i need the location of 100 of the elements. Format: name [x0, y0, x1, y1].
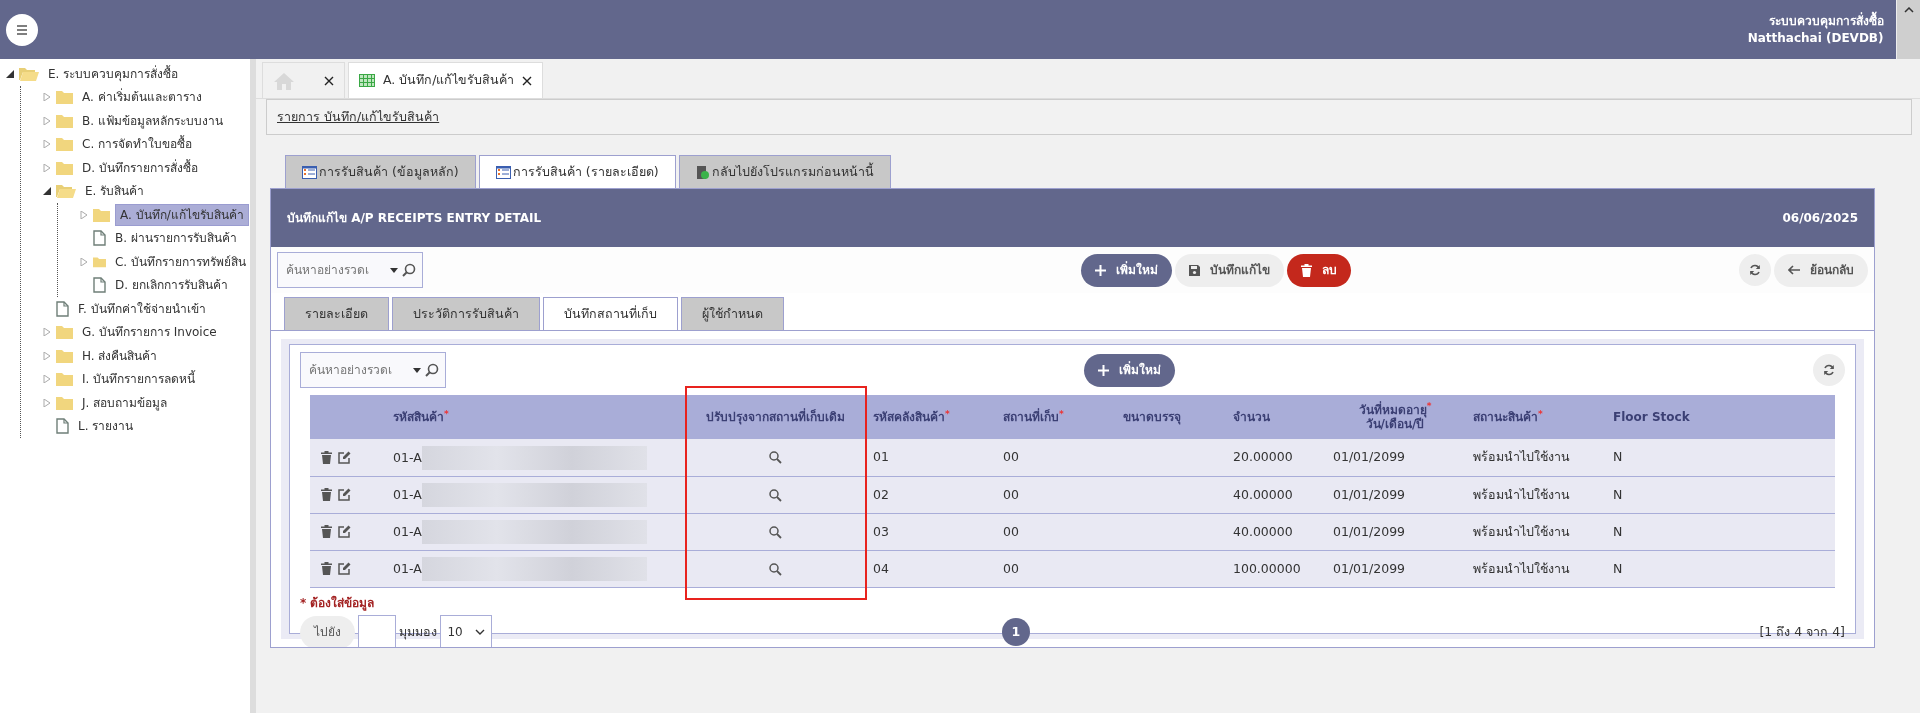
date-label: 06/06/2025	[1782, 210, 1858, 228]
file-icon	[93, 277, 106, 294]
tree-item[interactable]: A. ค่าเริ่มต้นและตาราง	[78, 87, 206, 108]
column-header: จำนวน	[1233, 410, 1271, 425]
table-cell: พร้อมนำไปใช้งาน	[1473, 560, 1570, 576]
table-cell: 01/01/2099	[1333, 560, 1406, 576]
breadcrumb-link[interactable]: รายการ บันทึก/แก้ไขรับสินค้า	[277, 107, 440, 127]
detail-tab[interactable]: บันทึกสถานที่เก็บ	[542, 297, 678, 331]
column-header: Floor Stock	[1613, 410, 1691, 425]
add-button[interactable]: เพิ่มใหม่	[1080, 253, 1172, 287]
collapse-icon[interactable]	[43, 187, 51, 196]
folder-icon	[19, 66, 39, 81]
delete-button[interactable]: ลบ	[1287, 253, 1352, 287]
refresh-icon	[1823, 364, 1835, 377]
tree-item[interactable]: H. ส่งคืนสินค้า	[78, 345, 162, 366]
table-cell: 20.00000	[1233, 449, 1293, 465]
column-header: ปรับปรุงจากสถานที่เก็บเดิม	[704, 410, 846, 425]
back-button[interactable]: ย้อนกลับ	[1773, 253, 1868, 287]
search-icon[interactable]	[402, 263, 417, 278]
menu-button[interactable]	[6, 13, 38, 46]
trash-icon[interactable]	[321, 525, 333, 539]
goto-button[interactable]: ไปยัง	[300, 615, 355, 648]
edit-icon[interactable]	[338, 562, 352, 576]
search-icon[interactable]	[768, 562, 782, 576]
arrow-left-icon	[1787, 265, 1800, 276]
collapse-icon[interactable]	[6, 69, 14, 78]
table-cell: 01	[873, 449, 889, 465]
tree-item[interactable]: J. สอบถามข้อมูล	[78, 392, 172, 413]
panel-title: บันทึกแก้ไข A/P RECEIPTS ENTRY DETAIL	[287, 210, 542, 228]
refresh-button[interactable]	[1813, 354, 1845, 387]
save-button[interactable]: บันทึกแก้ไข	[1174, 253, 1284, 287]
table-cell: 100.00000	[1233, 560, 1301, 576]
table-cell: N	[1613, 449, 1623, 465]
search-field[interactable]: ค้นหาอย่างรวดเ	[277, 252, 424, 289]
page-button[interactable]: 1	[1001, 618, 1030, 647]
caret-icon[interactable]	[390, 267, 399, 273]
scroll-up-icon[interactable]	[1904, 6, 1914, 13]
folder-icon	[56, 184, 76, 199]
detail-tab[interactable]: ประวัติการรับสินค้า	[391, 297, 540, 331]
trash-icon[interactable]	[321, 451, 333, 465]
tree-item[interactable]: C. การจัดทำใบขอซื้อ	[78, 134, 196, 155]
required-note: * ต้องใส่ข้อมูล	[300, 594, 376, 613]
tree-item[interactable]: F. บันทึกค่าใช้จ่ายนำเข้า	[74, 298, 210, 319]
column-header: รหัสสินค้า$^{*}$	[393, 410, 450, 425]
refresh-button[interactable]	[1738, 253, 1771, 286]
search-field[interactable]: ค้นหาอย่างรวดเ	[300, 352, 446, 389]
tree-item[interactable]: D. ยกเลิกการรับสินค้า	[111, 275, 232, 296]
tree-item[interactable]: E. ระบบควบคุมการสั่งซื้อ	[44, 63, 183, 84]
caret-icon[interactable]	[413, 367, 421, 373]
tree-item[interactable]: C. บันทึกรายการทรัพย์สิน	[111, 251, 250, 272]
document-tab[interactable]: A. บันทึก/แก้ไขรับสินค้า	[347, 62, 544, 99]
edit-icon[interactable]	[338, 451, 352, 465]
tree-item[interactable]: E. รับสินค้า	[81, 181, 149, 202]
table-cell: N	[1613, 486, 1623, 502]
section-tab[interactable]: การรับสินค้า (ข้อมูลหลัก)	[285, 155, 476, 189]
table-cell: 01/01/2099	[1333, 449, 1406, 465]
tree-item[interactable]: B. ผ่านรายการรับสินค้า	[111, 228, 241, 249]
trash-icon[interactable]	[321, 488, 333, 502]
folder-icon	[56, 395, 73, 410]
tree-item[interactable]: B. แฟ้มข้อมูลหลักระบบงาน	[78, 110, 227, 131]
column-header: สถานที่เก็บ$^{*}$	[1003, 410, 1065, 425]
search-icon[interactable]	[425, 363, 439, 378]
table-cell: 00	[1003, 523, 1019, 539]
app-title: ระบบควบคุมการสั่งซื้อ	[1747, 13, 1884, 30]
column-header: สถานะสินค้า$^{*}$	[1473, 410, 1544, 425]
tree-item[interactable]: A. บันทึก/แก้ไขรับสินค้า	[115, 203, 249, 226]
edit-icon[interactable]	[338, 525, 352, 539]
folder-icon	[56, 90, 73, 105]
table-cell: 04	[873, 560, 889, 576]
search-icon[interactable]	[768, 525, 782, 539]
tree-item[interactable]: L. รายงาน	[74, 416, 138, 437]
folder-icon	[93, 207, 110, 222]
close-icon[interactable]	[522, 75, 533, 86]
table-cell: 01-A	[393, 523, 422, 539]
page-input[interactable]	[358, 615, 397, 648]
plus-icon	[1098, 364, 1109, 376]
edit-icon[interactable]	[338, 488, 352, 502]
search-icon[interactable]	[768, 451, 782, 465]
table-cell: พร้อมนำไปใช้งาน	[1473, 449, 1570, 465]
tree-item[interactable]: G. บันทึกรายการ Invoice	[78, 322, 221, 343]
tree-item[interactable]: I. บันทึกรายการลดหนี้	[78, 369, 200, 390]
tree-item[interactable]: D. บันทึกรายการสั่งซื้อ	[78, 157, 202, 178]
column-header: ขนาดบรรจุ	[1123, 410, 1182, 425]
table-cell: 00	[1003, 486, 1019, 502]
page-size-select[interactable]: 10	[440, 615, 493, 648]
detail-tab[interactable]: รายละเอียด	[283, 297, 389, 331]
refresh-icon	[1748, 263, 1761, 276]
tab-label: A. บันทึก/แก้ไขรับสินค้า	[382, 71, 515, 90]
section-tab[interactable]: การรับสินค้า (รายละเอียด)	[478, 155, 676, 189]
trash-icon[interactable]	[321, 562, 333, 576]
trash-icon	[1301, 263, 1313, 277]
list-icon	[495, 165, 511, 179]
search-icon[interactable]	[768, 488, 782, 502]
add-button[interactable]: เพิ่มใหม่	[1084, 353, 1175, 387]
folder-icon	[56, 160, 73, 175]
section-tab[interactable]: กลับไปยังโปรแกรมก่อนหน้านี้	[678, 155, 891, 189]
table-cell: 03	[873, 523, 889, 539]
scrollbar[interactable]	[1896, 0, 1920, 59]
close-icon[interactable]	[323, 75, 334, 86]
detail-tab[interactable]: ผู้ใช้กำหนด	[680, 297, 784, 331]
